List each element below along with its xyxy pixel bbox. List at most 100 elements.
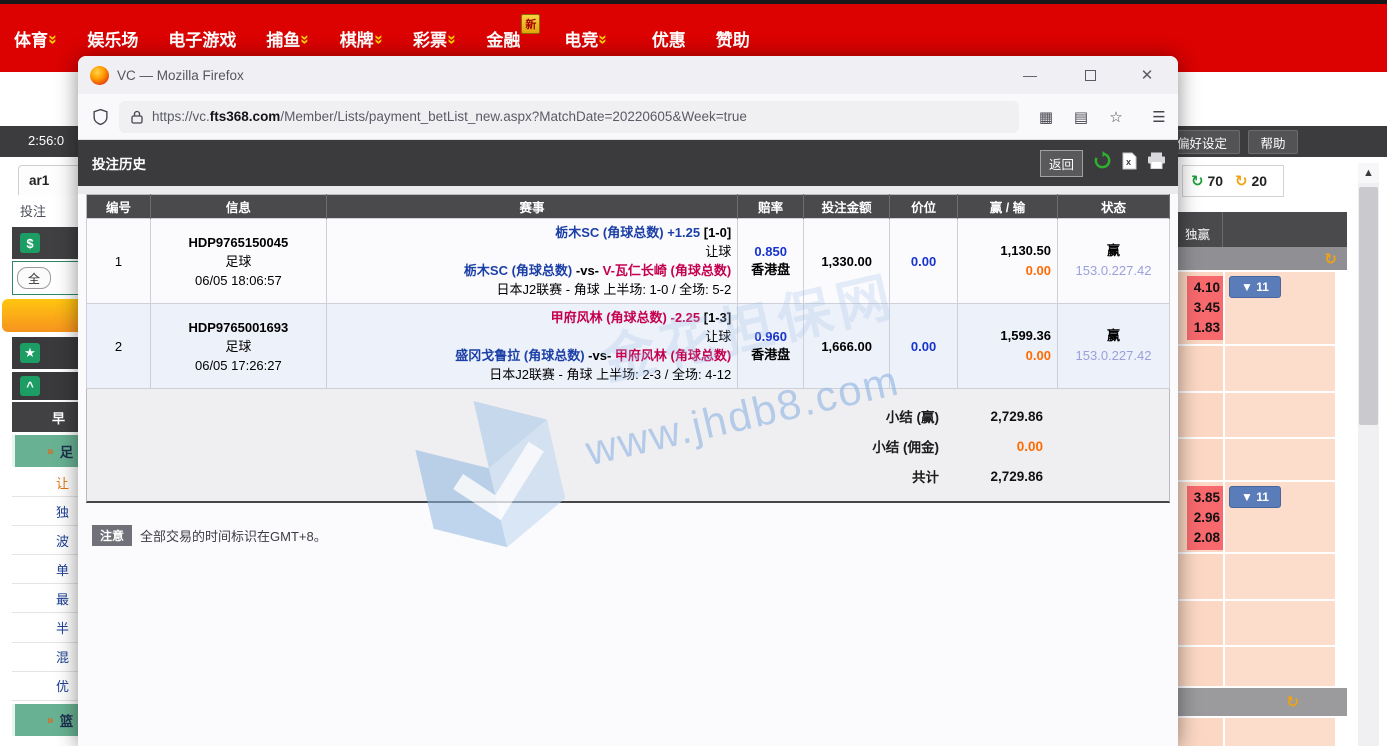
sidebar-item-basketball[interactable]: »篮: [12, 704, 86, 736]
more-markets-button[interactable]: ▼ 11: [1229, 486, 1281, 508]
col-info: 信息: [150, 195, 326, 219]
export-excel-icon[interactable]: x: [1122, 152, 1137, 175]
balance-row[interactable]: $: [12, 227, 86, 259]
nav-item-finance[interactable]: 金融新: [486, 26, 520, 51]
refresh-green-icon[interactable]: ↻: [1191, 173, 1204, 190]
reader-view-icon[interactable]: ▤: [1068, 104, 1094, 130]
early-market-row[interactable]: 早: [12, 402, 86, 432]
odds-cell[interactable]: [1225, 439, 1335, 480]
refresh-counters: ↻ 70 ↻ 20: [1182, 165, 1284, 197]
sidebar-menu: 让 独 波 单 最 半 混 优: [12, 468, 86, 701]
odds-value: 2.96: [1190, 508, 1220, 528]
right-odds-panel: ↻ 70 ↻ 20 ▲ 独赢 ↻ 4.10 3.45: [1177, 157, 1387, 746]
handicap-line: -2.25: [670, 310, 700, 325]
odds-cell[interactable]: [1177, 647, 1223, 686]
account-tab[interactable]: ar1: [18, 165, 86, 195]
nav-item-sponsorship[interactable]: 赞助: [716, 26, 750, 51]
odds-cell[interactable]: [1225, 601, 1335, 645]
filter-panel: 全: [12, 261, 86, 295]
all-button[interactable]: 全: [17, 267, 51, 289]
odds-highlight[interactable]: 3.85 2.96 2.08: [1187, 486, 1223, 550]
nav-item-fishing[interactable]: 捕鱼»: [266, 26, 309, 51]
nav-item-egames[interactable]: 电子游戏: [168, 26, 236, 51]
lock-icon[interactable]: [131, 110, 143, 124]
nav-item-esports[interactable]: 电竞»: [564, 26, 607, 51]
odds-cell[interactable]: [1177, 718, 1223, 746]
odds-cell[interactable]: [1225, 393, 1335, 437]
sidebar-menu-item[interactable]: 单: [12, 555, 86, 584]
window-titlebar[interactable]: VC — Mozilla Firefox — ✕: [78, 56, 1178, 94]
close-button[interactable]: ✕: [1125, 56, 1169, 94]
odds-cell[interactable]: ▼ 11: [1225, 482, 1335, 552]
nav-item-sports[interactable]: 体育»: [14, 26, 57, 51]
odds-cell[interactable]: 3.85 2.96 2.08: [1177, 482, 1223, 552]
summary-row: 小结 (赢) 2,729.86: [87, 401, 1169, 431]
scroll-up-arrow[interactable]: ▲: [1358, 163, 1379, 183]
sidebar-menu-item[interactable]: 波: [12, 526, 86, 555]
nav-item-lottery[interactable]: 彩票»: [413, 26, 456, 51]
refresh-orange-icon[interactable]: ↻: [1286, 693, 1299, 711]
odds-cell[interactable]: [1225, 554, 1335, 599]
favorites-row[interactable]: ★: [12, 337, 86, 369]
sidebar-menu-item[interactable]: 半: [12, 613, 86, 642]
refresh-orange-icon[interactable]: ↻: [1324, 250, 1337, 268]
sidebar-menu-item[interactable]: 独: [12, 497, 86, 526]
scrollbar-thumb[interactable]: [1359, 187, 1378, 425]
odds-cell[interactable]: [1177, 393, 1223, 437]
odds-cell[interactable]: [1177, 346, 1223, 391]
bet-price: 0.00: [890, 219, 958, 304]
orange-button[interactable]: [2, 299, 86, 332]
odds-grid: 独赢 ↻ 4.10 3.45 1.83 ▼ 11: [1177, 212, 1347, 746]
commission-amount: 0.00: [964, 261, 1051, 281]
sidebar-menu-item[interactable]: 混: [12, 643, 86, 672]
print-icon[interactable]: [1147, 152, 1166, 174]
bet-match: 栃木SC (角球总数) +1.25 [1-0] 让球 栃木SC (角球总数) -…: [326, 219, 737, 304]
nav-item-promotions[interactable]: 优惠: [652, 26, 686, 51]
sidebar-menu-item[interactable]: 优: [12, 672, 86, 701]
url-domain: fts368.com: [210, 109, 281, 124]
sidebar-menu-item[interactable]: 让: [12, 468, 86, 497]
url-bar[interactable]: https://vc.fts368.com/Member/Lists/payme…: [119, 101, 1019, 133]
odds-cell[interactable]: 4.10 3.45 1.83: [1177, 272, 1223, 344]
odds-highlight[interactable]: 4.10 3.45 1.83: [1187, 276, 1223, 340]
page-title: 投注历史: [92, 153, 146, 173]
refresh-orange-icon[interactable]: ↻: [1235, 173, 1248, 190]
odds-cell[interactable]: [1177, 439, 1223, 480]
nav-item-casino[interactable]: 娱乐场: [87, 26, 138, 51]
sidebar-item-football[interactable]: »足: [12, 435, 86, 467]
summary-label: 小结 (赢): [87, 406, 939, 426]
odds-cell[interactable]: ▼ 11: [1225, 272, 1335, 344]
back-button[interactable]: 返回: [1040, 150, 1083, 177]
odds-cell[interactable]: [1225, 346, 1335, 391]
collapse-row[interactable]: ^: [12, 372, 86, 400]
url-path: /Member/Lists/payment_betList_new.aspx?M…: [280, 109, 747, 124]
bookmark-star-icon[interactable]: ☆: [1103, 104, 1129, 130]
extension-grid-icon[interactable]: ▦: [1033, 104, 1059, 130]
sidebar-menu-item[interactable]: 最: [12, 584, 86, 613]
bet-link[interactable]: 投注: [20, 201, 46, 220]
odds-cell[interactable]: [1177, 601, 1223, 645]
refresh-icon[interactable]: [1093, 151, 1112, 175]
bet-score: [1-3]: [704, 310, 731, 325]
odds-cell[interactable]: [1225, 718, 1335, 746]
minimize-button[interactable]: —: [1008, 56, 1052, 94]
bet-price: 0.00: [890, 304, 958, 389]
win-column-header: 独赢: [1177, 212, 1223, 247]
odds-cell[interactable]: [1225, 647, 1335, 686]
more-markets-button[interactable]: ▼ 11: [1229, 276, 1281, 298]
shield-icon[interactable]: [92, 108, 109, 126]
odds-cell[interactable]: [1177, 554, 1223, 599]
menu-icon[interactable]: ☰: [1146, 104, 1172, 130]
bet-history-table: 编号 信息 赛事 赔率 投注金额 价位 赢 / 输 状态 1 HDP976: [86, 194, 1170, 389]
summary-label: 小结 (佣金): [87, 436, 939, 456]
maximize-button[interactable]: [1068, 56, 1112, 94]
summary-value: 0.00: [939, 439, 1043, 454]
bet-winloss: 1,599.36 0.00: [958, 304, 1058, 389]
odds-value: 0.850: [744, 244, 797, 259]
bet-id: HDP9765001693: [157, 318, 320, 337]
help-button[interactable]: 帮助: [1248, 130, 1298, 154]
page-scrollbar[interactable]: ▲: [1358, 163, 1379, 746]
nav-item-cards[interactable]: 棋牌»: [340, 26, 383, 51]
dollar-icon: $: [20, 233, 40, 253]
summary-row: 共计 2,729.86: [87, 461, 1169, 491]
